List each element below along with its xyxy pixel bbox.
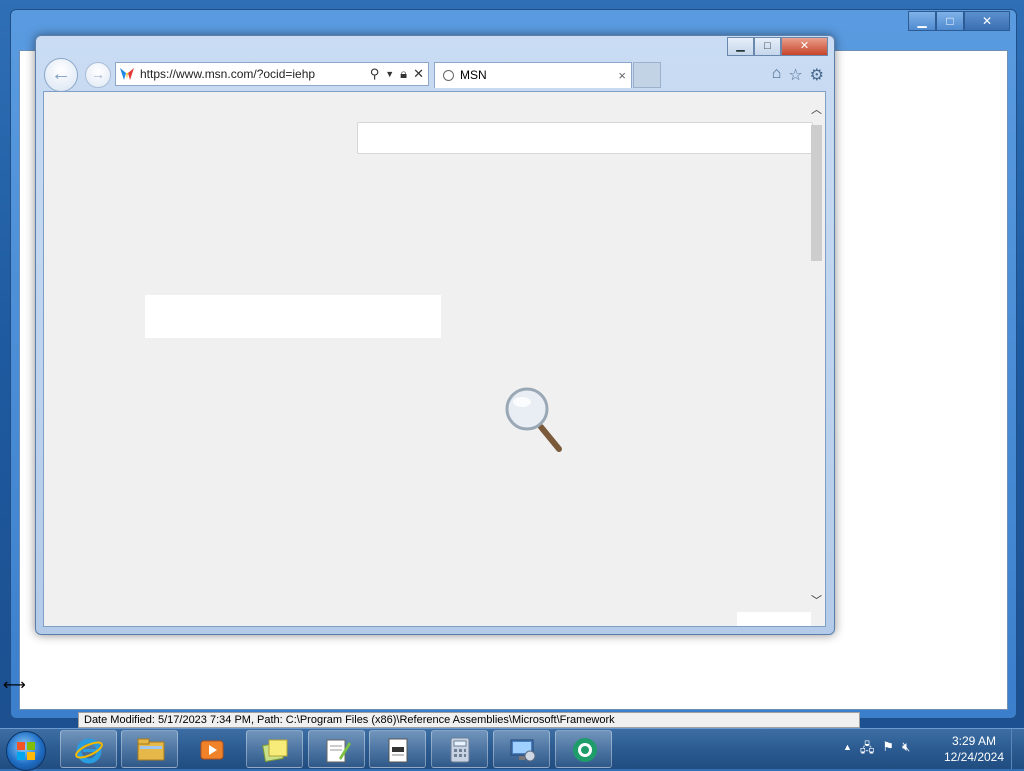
green-circle-app-icon [573,738,597,762]
text-document-icon [388,738,408,763]
dropdown-arrow-icon[interactable]: ▼ [385,63,394,85]
media-player-icon [200,740,224,760]
background-minimize-button[interactable]: ▁ [908,11,936,31]
background-maximize-button[interactable]: □ [936,11,964,31]
start-button[interactable] [6,731,46,771]
clock-time: 3:29 AM [951,734,997,748]
background-close-button[interactable]: ✕ [964,11,1010,31]
taskbar-calculator[interactable] [431,730,488,768]
show-desktop-button[interactable] [1011,729,1024,769]
back-arrow-icon: ← [51,63,71,85]
gear-icon[interactable]: ⚙ [810,65,824,85]
tab-close-icon[interactable]: × [618,63,626,88]
notepad-plus-plus-icon [326,739,351,763]
background-window-controls: ▁ □ ✕ [908,11,1010,31]
loading-icon [443,70,454,81]
ie-maximize-button[interactable]: □ [754,37,781,56]
scroll-up-button[interactable]: ︿ [808,102,825,119]
system-tray: ▲ 🖧︎ ⚑ 🔇︎ [843,739,910,761]
calculator-icon [450,737,470,763]
taskbar-green-app[interactable] [555,730,612,768]
scroll-thumb[interactable] [811,125,822,261]
msn-butterfly-icon [120,68,134,80]
taskbar-sticky-notes[interactable] [246,730,303,768]
taskbar-notepad-plus-plus[interactable] [308,730,365,768]
home-icon[interactable]: ⌂ [772,65,782,85]
stop-icon[interactable]: ✕ [413,63,424,85]
taskbar-text-document[interactable] [369,730,426,768]
address-url[interactable]: https://www.msn.com/?ocid=iehp [140,63,315,85]
address-bar-icons: ⚲ ▼ 🔒︎ ✕ [370,63,424,85]
network-icon[interactable]: 🖧︎ [860,739,875,761]
vertical-scrollbar[interactable]: ︿ ﹀ [808,92,825,626]
internet-explorer-icon [75,738,103,764]
lock-icon[interactable]: 🔒︎ [400,63,407,85]
taskbar: ▲ 🖧︎ ⚑ 🔇︎ 3:29 AM 12/24/2024 [0,728,1024,771]
forward-button[interactable]: → [85,62,111,88]
favorites-star-icon[interactable]: ☆ [788,65,802,85]
tab-title: MSN [460,68,487,82]
loading-magnifier-icon [505,387,562,452]
address-bar[interactable]: https://www.msn.com/?ocid=iehp ⚲ ▼ 🔒︎ ✕ [115,62,429,86]
windows-logo-icon [17,742,35,760]
ie-window: ▁ □ ✕ ← → https://www.msn.com/?ocid=iehp… [35,35,835,635]
search-icon[interactable]: ⚲ [370,63,380,85]
scroll-down-button[interactable]: ﹀ [808,593,825,610]
action-center-flag-icon[interactable]: ⚑ [882,739,894,761]
remote-desktop-icon [510,739,536,762]
msn-search-placeholder[interactable] [357,122,813,154]
folder-icon [137,738,165,761]
ie-close-button[interactable]: ✕ [781,37,828,56]
new-tab-button[interactable] [633,62,661,88]
ie-toolbar-icons: ⌂ ☆ ⚙ [772,65,824,85]
ie-minimize-button[interactable]: ▁ [727,37,754,56]
tray-expand-icon[interactable]: ▲ [843,739,852,761]
content-placeholder-corner [737,612,811,626]
taskbar-file-explorer[interactable] [121,730,178,768]
back-button[interactable]: ← [44,58,78,92]
background-status-text: Date Modified: 5/17/2023 7:34 PM, Path: … [78,712,860,728]
sticky-notes-icon [262,739,288,763]
volume-muted-icon[interactable]: 🔇︎ [902,739,910,761]
taskbar-media-player[interactable] [183,730,240,768]
tray-clock[interactable]: 3:29 AM 12/24/2024 [938,733,1010,765]
taskbar-internet-explorer[interactable] [60,730,117,768]
page-content: ︿ ﹀ [43,91,826,627]
forward-arrow-icon: → [91,66,105,82]
ie-caption-buttons: ▁ □ ✕ [727,37,828,56]
content-placeholder-block [145,295,441,338]
tab-msn[interactable]: MSN × [434,62,632,88]
clock-date: 12/24/2024 [943,750,1005,764]
taskbar-remote-desktop[interactable] [493,730,550,768]
resize-cursor-icon: ⟷ [3,677,26,694]
